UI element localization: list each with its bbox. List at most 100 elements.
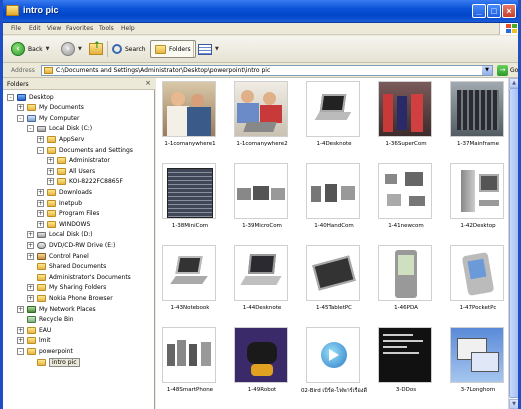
file-thumbnail[interactable]: 1-4Desknote bbox=[302, 81, 366, 157]
expand-icon[interactable]: + bbox=[47, 157, 54, 165]
expand-icon[interactable]: + bbox=[27, 252, 34, 260]
tree-item[interactable]: - powerpoint bbox=[17, 346, 73, 356]
file-thumbnail[interactable]: 1-1comanywhere2 bbox=[230, 81, 294, 157]
file-thumbnail[interactable]: 1-46PDA bbox=[374, 245, 438, 321]
expand-icon[interactable]: + bbox=[27, 284, 34, 292]
file-thumbnail[interactable]: 1-38MiniCom bbox=[158, 163, 222, 239]
expand-icon[interactable]: + bbox=[17, 326, 24, 334]
tree-item[interactable]: - Desktop bbox=[7, 92, 54, 102]
tree-item[interactable]: + Administrator bbox=[47, 156, 110, 166]
tree-item[interactable]: + Local Disk (D:) bbox=[27, 230, 93, 240]
menu-file[interactable]: File bbox=[11, 25, 21, 32]
file-thumbnail[interactable]: 1-1comanywhere1 bbox=[158, 81, 222, 157]
collapse-icon[interactable]: - bbox=[27, 125, 34, 133]
file-thumbnail[interactable]: 3-7Longhorn bbox=[446, 327, 508, 403]
tree-item[interactable]: + WINDOWS bbox=[37, 219, 90, 229]
tree-item[interactable]: Recycle Bin bbox=[17, 315, 74, 325]
tree-item[interactable]: + My Network Places bbox=[17, 304, 96, 314]
tree-item[interactable]: + My Sharing Folders bbox=[27, 283, 106, 293]
cp-icon bbox=[37, 252, 46, 260]
windows-logo-icon bbox=[499, 23, 518, 35]
tree-item[interactable]: + All Users bbox=[47, 166, 95, 176]
chevron-down-icon[interactable]: ▼ bbox=[78, 46, 82, 52]
expand-icon[interactable]: + bbox=[27, 231, 34, 239]
collapse-icon[interactable]: - bbox=[7, 93, 14, 101]
file-thumbnail[interactable]: 3-DDos bbox=[374, 327, 438, 403]
file-thumbnail[interactable]: 1-40HandCom bbox=[302, 163, 366, 239]
chevron-down-icon[interactable]: ▼ bbox=[482, 66, 492, 75]
expand-icon[interactable]: + bbox=[37, 135, 44, 143]
chevron-down-icon[interactable]: ▼ bbox=[46, 46, 50, 52]
vertical-scrollbar[interactable]: ▲ ▼ bbox=[508, 78, 518, 409]
tree-item[interactable]: - My Computer bbox=[17, 113, 79, 123]
back-button[interactable]: ‹ Back ▼ bbox=[11, 40, 49, 58]
folders-button[interactable]: Folders bbox=[150, 40, 196, 58]
forward-button[interactable]: › ▼ bbox=[61, 40, 82, 58]
tree-item[interactable]: - Documents and Settings bbox=[37, 145, 133, 155]
tree-item[interactable]: + KOI-8222FC8865F bbox=[47, 177, 123, 187]
menu-help[interactable]: Help bbox=[121, 25, 135, 32]
expand-icon[interactable]: + bbox=[37, 199, 44, 207]
tree-item[interactable]: + Downloads bbox=[37, 187, 92, 197]
file-thumbnail[interactable]: 1-48SmartPhone bbox=[158, 327, 222, 403]
tree-item[interactable]: + AppServ bbox=[37, 134, 84, 144]
menu-favorites[interactable]: Favorites bbox=[66, 25, 93, 32]
expand-icon[interactable]: + bbox=[37, 210, 44, 218]
address-input[interactable]: C:\Documents and Settings\Administrator\… bbox=[41, 65, 493, 76]
collapse-icon[interactable]: - bbox=[17, 114, 24, 122]
expand-icon[interactable]: + bbox=[47, 178, 54, 186]
expand-icon[interactable]: + bbox=[37, 220, 44, 228]
tree-item[interactable]: + Program Files bbox=[37, 209, 99, 219]
tree-item[interactable]: intro pic bbox=[27, 357, 80, 367]
menu-edit[interactable]: Edit bbox=[29, 25, 41, 32]
file-thumbnail[interactable]: 1-45TabletPC bbox=[302, 245, 366, 321]
expand-icon[interactable]: + bbox=[17, 337, 24, 345]
menu-view[interactable]: View bbox=[47, 25, 61, 32]
expand-icon[interactable]: + bbox=[37, 188, 44, 196]
go-button[interactable]: → Go bbox=[497, 65, 518, 76]
chevron-down-icon[interactable]: ▼ bbox=[215, 46, 219, 52]
expand-icon[interactable]: + bbox=[17, 104, 24, 112]
tree-item[interactable]: + Nokia Phone Browser bbox=[27, 293, 113, 303]
views-button[interactable]: ▼ bbox=[198, 40, 219, 58]
up-folder-button[interactable]: ↑ bbox=[89, 40, 103, 58]
file-thumbnail[interactable]: 1-43Notebook bbox=[158, 245, 222, 321]
folder-icon bbox=[37, 358, 46, 366]
file-name: 1-45TabletPC bbox=[315, 305, 353, 311]
file-thumbnail[interactable]: 1-42Desktop bbox=[446, 163, 508, 239]
tree-item[interactable]: + lmit bbox=[17, 336, 51, 346]
collapse-icon[interactable]: - bbox=[17, 347, 24, 355]
scroll-up-icon[interactable]: ▲ bbox=[509, 78, 518, 88]
file-thumbnail[interactable]: 02-Bird เบิร์ด-ไฟพาร์เรื่องดี bbox=[301, 327, 367, 403]
file-thumbnail[interactable]: 1-41newcom bbox=[374, 163, 438, 239]
file-thumbnail[interactable]: 1-39MicroCom bbox=[230, 163, 294, 239]
file-thumbnail[interactable]: 1-44Desknote bbox=[230, 245, 294, 321]
tree-item[interactable]: Administrator's Documents bbox=[27, 272, 131, 282]
close-icon[interactable]: × bbox=[145, 79, 151, 87]
tree-item[interactable]: + Inetpub bbox=[37, 198, 82, 208]
tree-item[interactable]: + DVD/CD-RW Drive (E:) bbox=[27, 240, 115, 250]
close-button[interactable]: × bbox=[502, 4, 516, 18]
maximize-button[interactable]: □ bbox=[487, 4, 501, 18]
expand-icon[interactable]: + bbox=[47, 167, 54, 175]
tree-item[interactable]: - Local Disk (C:) bbox=[27, 124, 92, 134]
folder-icon bbox=[44, 67, 53, 74]
search-button[interactable]: Search bbox=[112, 40, 146, 58]
expand-icon[interactable]: + bbox=[17, 305, 24, 313]
collapse-icon[interactable]: - bbox=[37, 146, 44, 154]
file-thumbnail[interactable]: 1-36SuperCom bbox=[374, 81, 438, 157]
expand-icon[interactable]: + bbox=[27, 294, 34, 302]
menu-tools[interactable]: Tools bbox=[99, 25, 114, 32]
file-thumbnail[interactable]: 1-47PocketPc bbox=[446, 245, 508, 321]
tree-item[interactable]: + My Documents bbox=[17, 103, 84, 113]
tree-item[interactable]: Shared Documents bbox=[27, 262, 106, 272]
minimize-button[interactable]: _ bbox=[472, 4, 486, 18]
expand-icon[interactable]: + bbox=[27, 241, 34, 249]
tree-item[interactable]: + EAU bbox=[17, 325, 51, 335]
scroll-down-icon[interactable]: ▼ bbox=[509, 399, 518, 409]
file-thumbnail[interactable]: 1-49Robot bbox=[230, 327, 294, 403]
title-bar[interactable]: intro pic _ □ × bbox=[3, 0, 518, 23]
file-thumbnail[interactable]: 1-37Mainframe bbox=[446, 81, 508, 157]
tree-item[interactable]: + Control Panel bbox=[27, 251, 89, 261]
scrollbar-thumb[interactable] bbox=[509, 88, 518, 398]
